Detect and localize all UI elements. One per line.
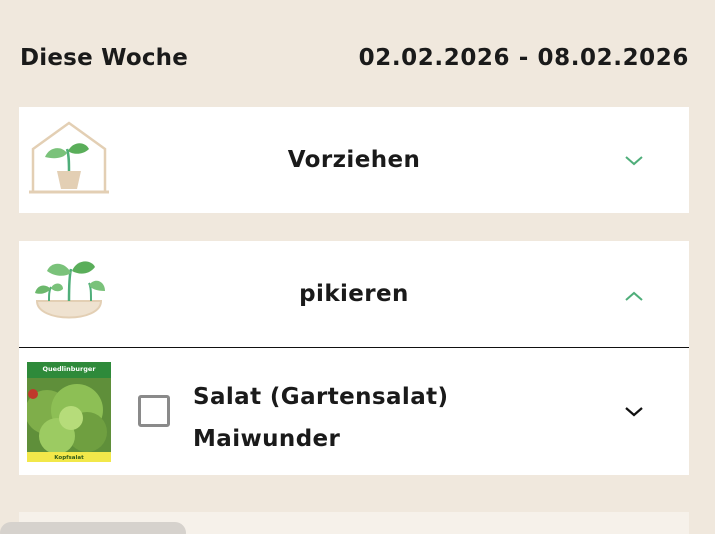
plant-name-line1: Salat (Gartensalat)	[193, 384, 449, 410]
section-header-pikieren[interactable]: pikieren	[19, 241, 689, 347]
week-label: Diese Woche	[20, 45, 189, 71]
seed-packet-artwork: Quedlinburger Kopfsalat	[27, 362, 111, 462]
week-date-range: 02.02.2026 - 08.02.2026	[358, 45, 689, 71]
section-header-vorziehen[interactable]: Vorziehen	[19, 107, 689, 213]
plant-name: Salat (Gartensalat) Maiwunder	[193, 376, 573, 460]
section-title: Vorziehen	[287, 147, 421, 173]
horizontal-scrollbar[interactable]	[0, 522, 186, 534]
plant-checkbox[interactable]	[138, 395, 170, 427]
section-card-vorziehen: Vorziehen	[19, 107, 689, 213]
seed-packet-label: Kopfsalat	[54, 455, 84, 461]
week-header: Diese Woche 02.02.2026 - 08.02.2026	[20, 42, 689, 74]
seed-packet-brand: Quedlinburger	[42, 365, 96, 373]
plant-row[interactable]: Quedlinburger Kopfsalat Salat (Gartensal…	[19, 348, 689, 475]
chevron-down-icon[interactable]	[623, 405, 645, 419]
section-title: pikieren	[299, 281, 409, 307]
seed-packet-image: Quedlinburger Kopfsalat	[27, 362, 111, 462]
chevron-down-icon[interactable]	[623, 154, 645, 168]
section-card-pikieren: pikieren Quedlinburger Kopfsalat Salat (…	[19, 241, 689, 475]
chevron-up-icon[interactable]	[623, 289, 645, 303]
plant-name-line2: Maiwunder	[193, 426, 341, 452]
